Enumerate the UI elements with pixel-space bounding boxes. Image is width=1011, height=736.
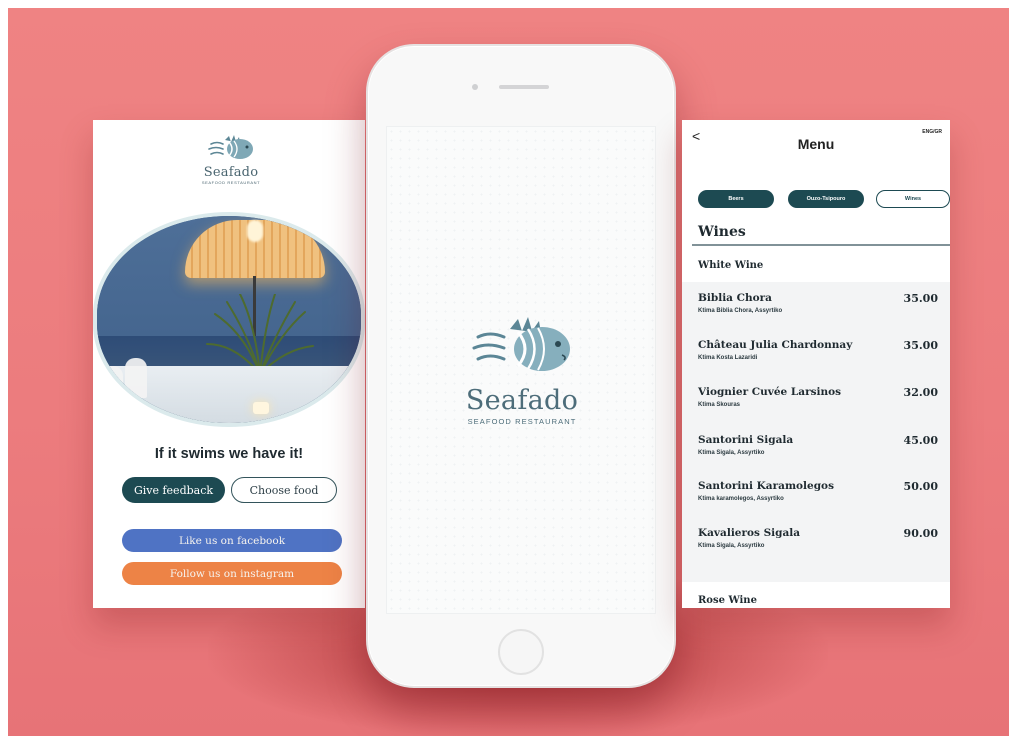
item-name: Viognier Cuvée Larsinos [698,386,842,398]
home-button[interactable] [498,629,544,675]
item-name: Château Julia Chardonnay [698,339,853,351]
item-name: Biblia Chora [698,292,772,304]
lamp-glow [247,220,263,242]
fish-logo-icon [472,317,570,371]
item-name: Santorini Sigala [698,434,794,446]
tab-wines[interactable]: Wines [876,190,950,208]
group-header-white-wine: White Wine [682,250,950,280]
fish-logo-icon [208,135,253,159]
menu-screen: < Menu ENG/GR Beers Ouzo-Tsipouro Wines … [682,120,950,608]
chair [125,358,147,398]
logo: Seafado SEAFOOD RESTAURANT [193,134,269,185]
item-description: Ktima Skouras [698,402,741,408]
choose-food-button[interactable]: Choose food [231,477,337,503]
item-price: 35.00 [903,292,938,305]
tab-ouzo-tsipouro[interactable]: Ouzo-Tsipouro [788,190,864,208]
phone-mockup: Seafado SEAFOOD RESTAURANT [366,44,676,688]
item-description: Ktima Kosta Lazaridi [698,355,758,361]
item-description: Ktima Biblia Chora, Assyrtiko [698,308,783,314]
chair [347,364,361,404]
item-description: Ktima Sigala, Assyrtiko [698,543,765,549]
category-tabs: Beers Ouzo-Tsipouro Wines [694,190,950,210]
item-price: 35.00 [903,339,938,352]
action-buttons: Give feedback Choose food [122,477,338,503]
list-item[interactable]: Santorini Karamolegos Ktima karamolegos,… [682,478,950,524]
front-camera [472,84,478,90]
item-description: Ktima karamolegos, Assyrtiko [698,496,784,502]
wine-list: Biblia Chora Ktima Biblia Chora, Assyrti… [682,282,950,582]
section-title: Wines [698,224,746,240]
mockup-background: Seafado SEAFOOD RESTAURANT If it swims w… [8,8,1009,736]
language-toggle[interactable]: ENG/GR [922,129,942,135]
item-description: Ktima Sigala, Assyrtiko [698,450,765,456]
tagline: If it swims we have it! [154,446,304,462]
list-item[interactable]: Kavalieros Sigala Ktima Sigala, Assyrtik… [682,525,950,571]
item-price: 45.00 [903,434,938,447]
page-title: Menu [797,136,835,152]
list-item[interactable]: Santorini Sigala Ktima Sigala, Assyrtiko… [682,432,950,478]
plant-illustration [206,294,314,374]
list-item[interactable]: Biblia Chora Ktima Biblia Chora, Assyrti… [682,290,950,336]
item-price: 32.00 [903,386,938,399]
instagram-button[interactable]: Follow us on instagram [122,562,342,585]
splash-screen: Seafado SEAFOOD RESTAURANT [386,126,656,614]
chair [101,366,123,406]
brand-name: Seafado [465,385,579,416]
item-price: 90.00 [903,527,938,540]
item-price: 50.00 [903,480,938,493]
splash-logo: Seafado SEAFOOD RESTAURANT [455,315,589,426]
list-item[interactable]: Château Julia Chardonnay Ktima Kosta Laz… [682,337,950,383]
item-name: Santorini Karamolegos [698,480,834,492]
brand-subtitle: SEAFOOD RESTAURANT [467,417,577,426]
group-header-rose-wine: Rose Wine [682,585,950,608]
list-item[interactable]: Viognier Cuvée Larsinos Ktima Skouras 32… [682,384,950,430]
brand-subtitle: SEAFOOD RESTAURANT [201,180,261,185]
restaurant-photo [93,212,365,427]
home-screen: Seafado SEAFOOD RESTAURANT If it swims w… [93,120,365,608]
item-name: Kavalieros Sigala [698,527,801,539]
tab-beers[interactable]: Beers [698,190,774,208]
facebook-button[interactable]: Like us on facebook [122,529,342,552]
brand-name: Seafado [203,165,259,180]
speaker-grille [499,85,549,89]
give-feedback-button[interactable]: Give feedback [122,477,225,503]
section-divider [692,244,950,246]
candle [253,402,269,414]
